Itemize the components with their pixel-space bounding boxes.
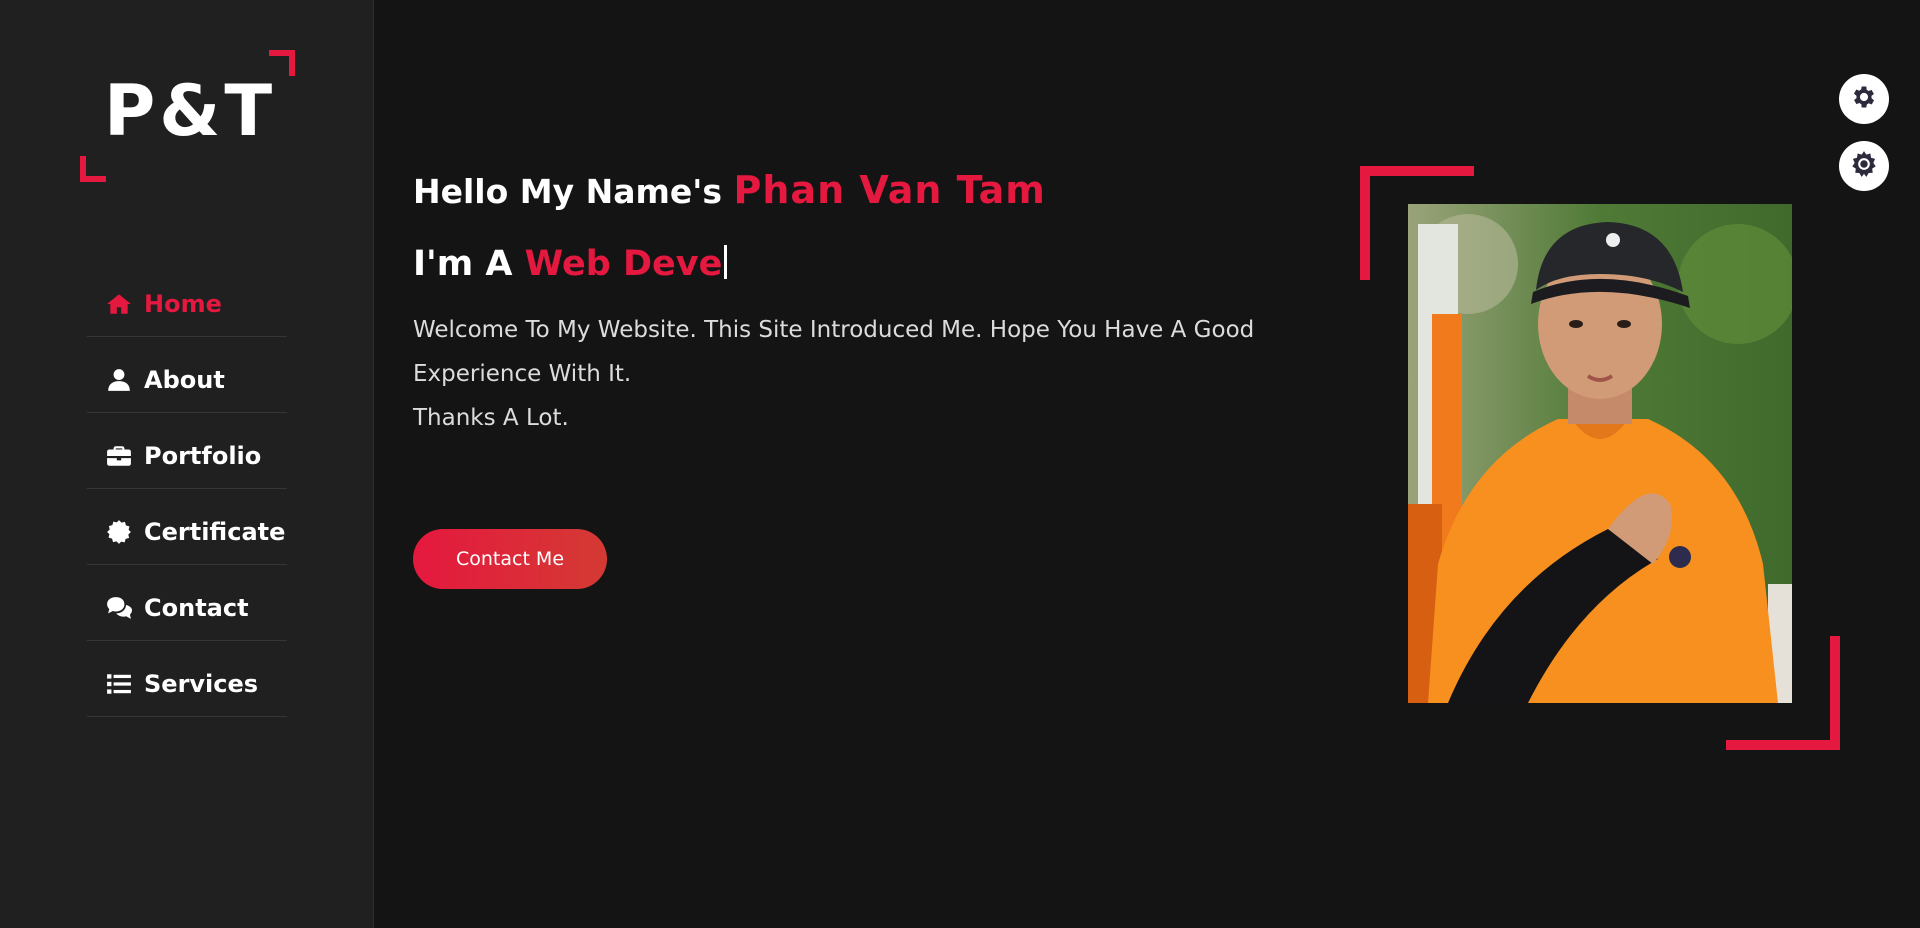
sidebar-item-about[interactable]: About bbox=[87, 337, 287, 413]
typed-role: Web Deve bbox=[524, 244, 723, 284]
intro-line-2: Thanks A Lot. bbox=[413, 405, 569, 431]
hero-section: Hello My Name's Phan Van Tam I'm A Web D… bbox=[413, 168, 1293, 440]
theme-toggle-button[interactable] bbox=[1839, 141, 1889, 191]
certificate-icon bbox=[104, 517, 134, 547]
sidebar: P&T Home About Portfolio Certificate Con… bbox=[0, 0, 374, 928]
contact-me-button[interactable]: Contact Me bbox=[413, 529, 607, 589]
sidebar-item-label: Certificate bbox=[144, 517, 286, 546]
owner-name: Phan Van Tam bbox=[733, 168, 1046, 212]
sidebar-nav: Home About Portfolio Certificate Contact bbox=[87, 261, 287, 717]
sidebar-item-label: About bbox=[144, 365, 225, 394]
greeting-heading: Hello My Name's Phan Van Tam bbox=[413, 168, 1293, 212]
home-icon bbox=[104, 289, 134, 319]
logo-corner-bottom-left bbox=[80, 156, 106, 182]
typing-cursor bbox=[724, 245, 728, 279]
role-heading: I'm A Web Deve bbox=[413, 242, 1293, 286]
settings-button[interactable] bbox=[1839, 74, 1889, 124]
profile-photo-frame bbox=[1360, 166, 1840, 750]
sidebar-item-label: Services bbox=[144, 669, 259, 698]
site-logo[interactable]: P&T bbox=[80, 50, 295, 182]
gear-icon bbox=[1850, 83, 1878, 115]
role-prefix: I'm A bbox=[413, 244, 513, 284]
intro-text: Welcome To My Website. This Site Introdu… bbox=[413, 308, 1273, 440]
comments-icon bbox=[104, 593, 134, 623]
sidebar-item-services[interactable]: Services bbox=[87, 641, 287, 717]
sidebar-item-portfolio[interactable]: Portfolio bbox=[87, 413, 287, 489]
sidebar-item-label: Portfolio bbox=[144, 441, 262, 470]
sidebar-item-label: Contact bbox=[144, 593, 249, 622]
list-icon bbox=[104, 669, 134, 699]
profile-photo-illustration bbox=[1408, 204, 1792, 703]
sun-gear-icon bbox=[1850, 150, 1878, 182]
sidebar-item-certificate[interactable]: Certificate bbox=[87, 489, 287, 565]
sidebar-item-home[interactable]: Home bbox=[87, 261, 287, 337]
sidebar-item-label: Home bbox=[144, 289, 222, 318]
user-icon bbox=[104, 365, 134, 395]
intro-line-1: Welcome To My Website. This Site Introdu… bbox=[413, 317, 1255, 387]
profile-photo bbox=[1408, 204, 1792, 703]
sidebar-item-contact[interactable]: Contact bbox=[87, 565, 287, 641]
logo-text: P&T bbox=[104, 70, 277, 152]
greeting-prefix: Hello My Name's bbox=[413, 172, 723, 211]
briefcase-icon bbox=[104, 441, 134, 471]
